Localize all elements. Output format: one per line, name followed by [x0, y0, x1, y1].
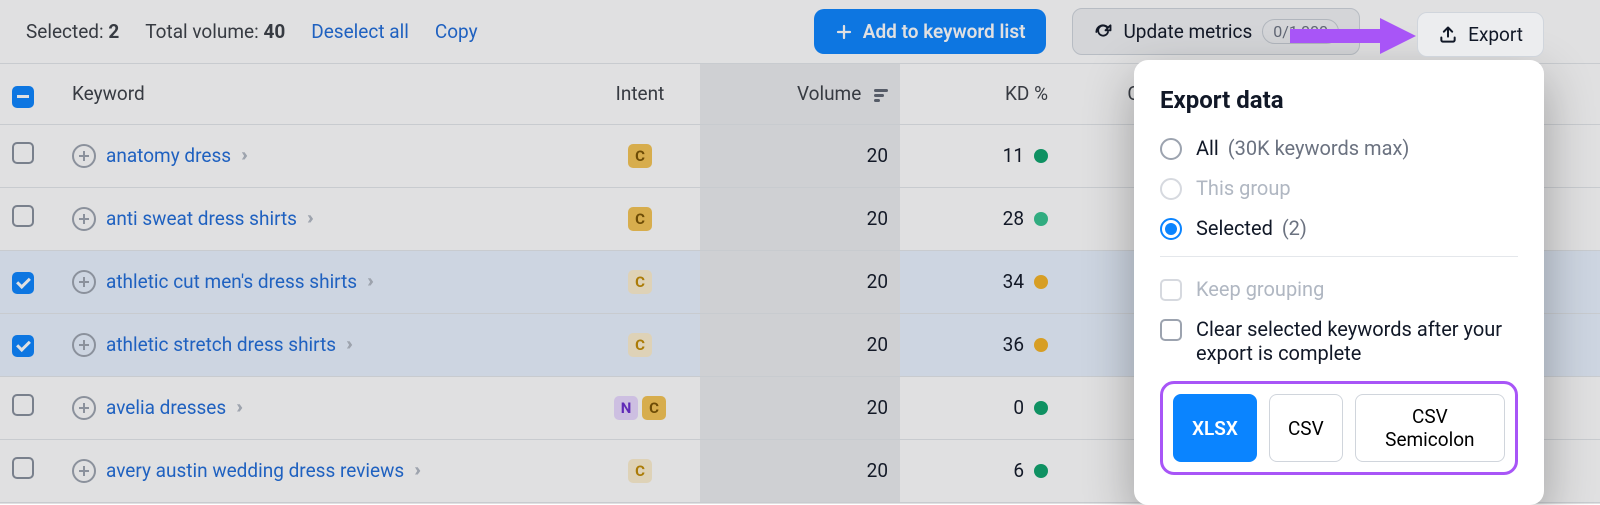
checkbox-icon — [1160, 279, 1182, 301]
deselect-all-link[interactable]: Deselect all — [311, 20, 409, 43]
radio-icon — [1160, 178, 1182, 200]
chevrons-icon: ›› — [367, 271, 370, 292]
update-progress-pill: 0/1,000 — [1262, 19, 1339, 44]
export-scope-selected[interactable]: Selected (2) — [1160, 216, 1518, 240]
format-csv-button[interactable]: CSV — [1269, 394, 1343, 462]
chevrons-icon: ›› — [307, 208, 310, 229]
kd-cell: 36 — [1003, 333, 1048, 356]
keyword-link[interactable]: athletic cut men's dress shirts — [106, 270, 357, 293]
sort-desc-icon — [874, 89, 888, 102]
popover-title: Export data — [1160, 86, 1518, 114]
col-keyword[interactable]: Keyword — [60, 64, 580, 124]
volume-cell: 20 — [700, 124, 900, 187]
expand-icon[interactable] — [72, 207, 96, 231]
volume-cell: 20 — [700, 439, 900, 502]
keep-grouping-checkbox: Keep grouping — [1160, 277, 1518, 301]
kd-cell: 34 — [1003, 270, 1048, 293]
intent-badge: C — [628, 270, 652, 294]
volume-cell: 20 — [700, 376, 900, 439]
intent-badge: C — [642, 396, 666, 420]
export-icon — [1438, 25, 1458, 45]
chevrons-icon: ›› — [414, 460, 417, 481]
volume-cell: 20 — [700, 313, 900, 376]
chevrons-icon: ›› — [241, 145, 244, 166]
checkbox-icon — [1160, 319, 1182, 341]
kd-cell: 0 — [1013, 396, 1048, 419]
volume-cell: 20 — [700, 250, 900, 313]
format-csv-semicolon-button[interactable]: CSV Semicolon — [1355, 394, 1505, 462]
row-checkbox[interactable] — [12, 205, 34, 227]
kd-cell: 11 — [1003, 144, 1048, 167]
radio-icon — [1160, 218, 1182, 240]
toolbar: Selected: 2 Total volume: 40 Deselect al… — [0, 0, 1600, 64]
expand-icon[interactable] — [72, 270, 96, 294]
update-metrics-button[interactable]: Update metrics 0/1,000 — [1072, 8, 1360, 55]
chevrons-icon: ›› — [346, 334, 349, 355]
col-volume[interactable]: Volume — [700, 64, 900, 124]
row-checkbox[interactable] — [12, 272, 34, 294]
clear-after-export-checkbox[interactable]: Clear selected keywords after your expor… — [1160, 317, 1518, 365]
export-button[interactable]: Export — [1417, 12, 1544, 57]
keyword-link[interactable]: athletic stretch dress shirts — [106, 333, 336, 356]
kd-cell: 28 — [1003, 207, 1048, 230]
keyword-link[interactable]: avelia dresses — [106, 396, 226, 419]
keyword-link[interactable]: avery austin wedding dress reviews — [106, 459, 404, 482]
refresh-icon — [1093, 22, 1113, 42]
intent-badge: C — [628, 144, 652, 168]
expand-icon[interactable] — [72, 333, 96, 357]
keyword-link[interactable]: anatomy dress — [106, 144, 231, 167]
radio-icon — [1160, 138, 1182, 160]
plus-icon — [835, 23, 853, 41]
chevrons-icon: ›› — [236, 397, 239, 418]
expand-icon[interactable] — [72, 459, 96, 483]
keyword-link[interactable]: anti sweat dress shirts — [106, 207, 297, 230]
intent-badge: C — [628, 459, 652, 483]
row-checkbox[interactable] — [12, 335, 34, 357]
intent-badge: N — [614, 396, 638, 420]
intent-badge: C — [628, 333, 652, 357]
add-to-keyword-list-button[interactable]: Add to keyword list — [814, 9, 1047, 54]
col-intent[interactable]: Intent — [580, 64, 700, 124]
kd-cell: 6 — [1013, 459, 1048, 482]
format-xlsx-button[interactable]: XLSX — [1173, 394, 1257, 462]
export-scope-all[interactable]: All (30K keywords max) — [1160, 136, 1518, 160]
row-checkbox[interactable] — [12, 142, 34, 164]
intent-badge: C — [628, 207, 652, 231]
expand-icon[interactable] — [72, 396, 96, 420]
select-all-checkbox[interactable] — [12, 86, 34, 108]
export-format-group: XLSX CSV CSV Semicolon — [1160, 381, 1518, 475]
export-scope-group: This group — [1160, 176, 1518, 200]
expand-icon[interactable] — [72, 144, 96, 168]
row-checkbox[interactable] — [12, 394, 34, 416]
volume-cell: 20 — [700, 187, 900, 250]
copy-link[interactable]: Copy — [435, 20, 478, 43]
row-checkbox[interactable] — [12, 457, 34, 479]
export-popover: Export data All (30K keywords max) This … — [1134, 60, 1544, 505]
col-kd[interactable]: KD % — [900, 64, 1060, 124]
